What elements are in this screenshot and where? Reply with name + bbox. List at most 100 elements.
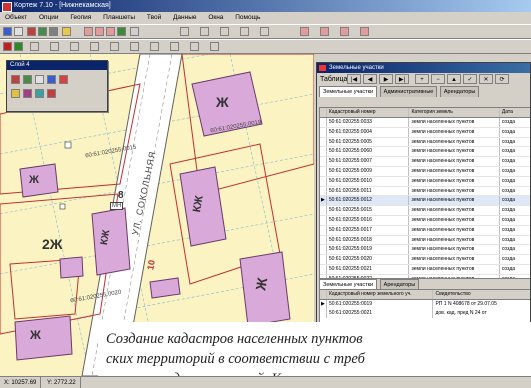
save-icon[interactable] xyxy=(3,27,12,36)
menu-windows[interactable]: Окна xyxy=(203,12,228,24)
table-row[interactable]: 50:61:020255:0010 земли населенных пункто… xyxy=(320,176,530,187)
delete-icon[interactable] xyxy=(3,42,12,51)
table-row[interactable]: 50:61:020255:0007 земли населенных пункто… xyxy=(320,157,530,167)
menu-options[interactable]: Опции xyxy=(34,12,64,24)
cell-cadastral: 50:61:020255:0016 xyxy=(327,215,410,225)
menu-object[interactable]: Объект xyxy=(0,12,32,24)
table-row[interactable]: 50:61:020255:0009 земли населенных пункто… xyxy=(320,166,530,177)
menu-yours[interactable]: Твой xyxy=(142,12,166,24)
palette-doc-icon[interactable] xyxy=(23,89,32,98)
cell-category: земли населенных пунктов xyxy=(409,186,500,196)
building-kzh2[interactable] xyxy=(91,207,131,276)
nav-first-button[interactable]: |◀ xyxy=(347,74,361,84)
accept-icon[interactable] xyxy=(14,42,23,51)
parcel4-icon[interactable] xyxy=(360,27,369,36)
tab-parcels[interactable]: Земельные участки xyxy=(319,86,378,97)
table-row[interactable]: ▶ 50:61:020255:0012 земли населенных пункт… xyxy=(320,196,530,207)
palette-parcel-icon[interactable] xyxy=(59,75,68,84)
menu-geo[interactable]: Геопия xyxy=(65,12,96,24)
cell-category: земли населенных пунктов xyxy=(409,147,500,157)
menu-help[interactable]: Помощь xyxy=(230,12,265,24)
nav-accept-button[interactable]: ✓ xyxy=(463,74,477,84)
building-small[interactable] xyxy=(59,256,84,279)
nav-last-button[interactable]: ▶| xyxy=(395,74,409,84)
palette-rect-icon[interactable] xyxy=(35,75,44,84)
column-header[interactable]: Кадастровый номер xyxy=(327,108,410,117)
circle-icon[interactable] xyxy=(110,42,119,51)
fill-icon[interactable] xyxy=(210,42,219,51)
building-small2[interactable] xyxy=(149,277,181,299)
table-row[interactable]: ▶ 50:61:020255:0019 РП 1 N 408678 от 29.… xyxy=(320,300,530,309)
draw-dash-icon[interactable] xyxy=(50,42,59,51)
row-indicator xyxy=(320,176,327,186)
palette-snap-icon[interactable] xyxy=(35,89,44,98)
column-header[interactable]: Дата xyxy=(500,108,530,117)
draw-line-icon[interactable] xyxy=(30,42,39,51)
table-row[interactable]: 50:61:020255:0060 земли населенных пункто… xyxy=(320,147,530,158)
palette-flag-icon[interactable] xyxy=(47,89,56,98)
tree-icon[interactable] xyxy=(117,27,126,36)
table-row[interactable]: 50:61:020255:0021 земли населенных пункто… xyxy=(320,264,530,275)
tab-tenants[interactable]: Арендаторы xyxy=(439,86,480,97)
arc-icon[interactable] xyxy=(220,27,229,36)
building-bottom[interactable] xyxy=(14,315,73,361)
menu-data[interactable]: Данные xyxy=(168,12,201,24)
copy-icon[interactable] xyxy=(38,27,47,36)
table-row[interactable]: 50:61:020255:0020 земли населенных пункто… xyxy=(320,255,530,265)
circle3-icon[interactable] xyxy=(150,42,159,51)
table-row[interactable]: 50:61:020255:0017 земли населенных пункто… xyxy=(320,225,530,236)
layer3-icon[interactable] xyxy=(106,27,115,36)
building-zh2[interactable] xyxy=(19,163,59,198)
hatch-icon[interactable] xyxy=(190,42,199,51)
table-row[interactable]: 50:61:020255:0005 земли населенных пункто… xyxy=(320,137,530,148)
palette-question-icon[interactable] xyxy=(47,75,56,84)
print-icon[interactable] xyxy=(49,27,58,36)
draw-h-icon[interactable] xyxy=(90,42,99,51)
tool-palette[interactable]: Слой 4 xyxy=(6,60,108,112)
table-row[interactable]: 50:61:020255:0019 земли населенных пункто… xyxy=(320,245,530,256)
line-icon[interactable] xyxy=(180,27,189,36)
table-row[interactable]: 50:61:020255:0018 земли населенных пункто… xyxy=(320,235,530,246)
zoom-icon[interactable] xyxy=(130,27,139,36)
palette-edit-icon[interactable] xyxy=(11,89,20,98)
open-icon[interactable] xyxy=(14,27,23,36)
parcel3-icon[interactable] xyxy=(340,27,349,36)
undo-icon[interactable] xyxy=(62,27,71,36)
tab-admin[interactable]: Административные xyxy=(379,86,438,97)
table-row[interactable]: 50:61:020255:0004 земли населенных пункто… xyxy=(320,127,530,138)
parcel2-icon[interactable] xyxy=(320,27,329,36)
parcel-icon[interactable] xyxy=(300,27,309,36)
app-window: Кортеж 7.10 - [Нижнекамская] Объект Опци… xyxy=(0,0,531,388)
cut-icon[interactable] xyxy=(27,27,36,36)
nav-remove-button[interactable]: − xyxy=(431,74,445,84)
slash-icon[interactable] xyxy=(170,42,179,51)
table-row[interactable]: 50:61:020255:0011 земли населенных пункто… xyxy=(320,186,530,197)
nav-up-button[interactable]: ▲ xyxy=(447,74,461,84)
palette-select-icon[interactable] xyxy=(11,75,20,84)
polyline-icon[interactable] xyxy=(200,27,209,36)
table-row[interactable]: 50:61:020255:0016 земли населенных пункто… xyxy=(320,215,530,226)
table-row[interactable]: 50:61:020255:0015 земли населенных пункто… xyxy=(320,206,530,216)
data-browser-window[interactable]: Земельные участки Таблица |◀ ◀ ▶ ▶| + − … xyxy=(316,62,531,330)
label-10: 10 xyxy=(145,259,157,271)
table-row[interactable]: 50:61:020255:0033 земли населенных пункто… xyxy=(320,118,530,128)
curve-icon[interactable] xyxy=(240,27,249,36)
column-header[interactable]: Категория земель xyxy=(409,108,500,117)
table-row[interactable]: 50:61:020255:0021 дов. кад. пред N 24 от xyxy=(320,309,530,318)
nav-refresh-button[interactable]: ⟳ xyxy=(495,74,509,84)
column-header[interactable]: Кадастровый номер земельного уч. xyxy=(327,290,434,299)
nav-next-button[interactable]: ▶ xyxy=(379,74,393,84)
palette-layer-icon[interactable] xyxy=(23,75,32,84)
nav-add-button[interactable]: + xyxy=(415,74,429,84)
parcels-table[interactable]: Кадастровый номер Категория земель Дата … xyxy=(319,107,530,279)
snap-icon[interactable] xyxy=(260,27,269,36)
menu-sheets[interactable]: Планшеты xyxy=(98,12,140,24)
nav-prev-button[interactable]: ◀ xyxy=(363,74,377,84)
nav-cancel-button[interactable]: ✕ xyxy=(479,74,493,84)
draw-bars-icon[interactable] xyxy=(70,42,79,51)
layer2-icon[interactable] xyxy=(95,27,104,36)
layer-icon[interactable] xyxy=(84,27,93,36)
column-header[interactable]: Свидетельство xyxy=(433,290,530,299)
cell-date: созда xyxy=(501,275,516,279)
circle2-icon[interactable] xyxy=(130,42,139,51)
